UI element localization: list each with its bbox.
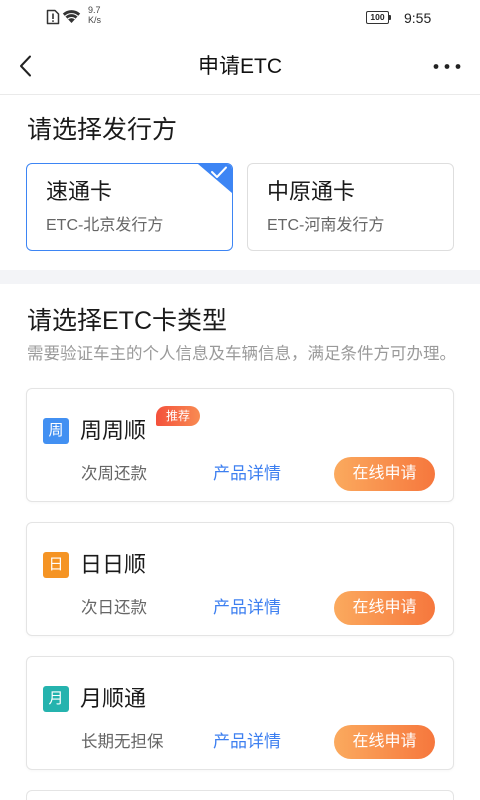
network-speed-unit: K/s <box>88 15 102 25</box>
check-icon <box>198 164 232 193</box>
issuer-option-name: 速通卡 <box>46 179 113 204</box>
product-name: 月顺通 <box>80 686 147 711</box>
app-screen: 9.7 K/s 100 9:55 申请ETC 请选择发行方 速通卡 ETC-北京… <box>0 0 480 800</box>
product-name: 日日顺 <box>80 552 147 577</box>
card-type-section-subtitle: 需要验证车主的个人信息及车辆信息，满足条件方可办理。 <box>27 345 456 363</box>
product-icon: 周 <box>43 418 69 444</box>
product-card-monthly: 月 月顺通 长期无担保 产品详情 在线申请 <box>26 656 454 770</box>
battery-icon: 100 <box>366 11 389 24</box>
product-card-daily: 日 日日顺 次日还款 产品详情 在线申请 <box>26 522 454 636</box>
product-term: 次周还款 <box>81 465 147 483</box>
apply-online-button[interactable]: 在线申请 <box>334 457 435 491</box>
product-detail-link[interactable]: 产品详情 <box>213 597 281 619</box>
header-divider <box>0 94 480 95</box>
product-icon: 月 <box>43 686 69 712</box>
section-separator <box>0 270 480 284</box>
network-speed: 9.7 K/s <box>88 5 101 25</box>
more-dots-icon[interactable] <box>432 61 462 72</box>
sim-alert-icon <box>46 9 60 25</box>
issuer-option-henan[interactable]: 中原通卡 ETC-河南发行方 <box>247 163 454 251</box>
apply-online-button[interactable]: 在线申请 <box>334 725 435 759</box>
product-term: 次日还款 <box>81 599 147 617</box>
issuer-option-beijing[interactable]: 速通卡 ETC-北京发行方 <box>26 163 233 251</box>
network-speed-value: 9.7 <box>88 5 101 15</box>
status-bar: 9.7 K/s 100 9:55 <box>0 0 480 30</box>
product-icon: 日 <box>43 552 69 578</box>
product-detail-link[interactable]: 产品详情 <box>213 731 281 753</box>
issuer-option-desc: ETC-北京发行方 <box>46 217 164 234</box>
product-detail-link[interactable]: 产品详情 <box>213 463 281 485</box>
issuer-option-name: 中原通卡 <box>267 179 356 204</box>
wifi-icon <box>62 10 81 23</box>
issuer-section-title: 请选择发行方 <box>27 116 178 144</box>
issuer-option-desc: ETC-河南发行方 <box>267 217 385 234</box>
page-title: 申请ETC <box>198 55 282 78</box>
product-card-weekly: 周 周周顺 推荐 次周还款 产品详情 在线申请 <box>26 388 454 502</box>
product-card-partial <box>26 790 454 800</box>
status-time: 9:55 <box>404 10 432 26</box>
product-term: 长期无担保 <box>81 733 164 751</box>
card-type-section-title: 请选择ETC卡类型 <box>27 307 228 335</box>
apply-online-button[interactable]: 在线申请 <box>334 591 435 625</box>
product-name: 周周顺 <box>80 418 147 443</box>
recommend-badge: 推荐 <box>156 406 200 426</box>
battery-nub <box>389 15 391 20</box>
